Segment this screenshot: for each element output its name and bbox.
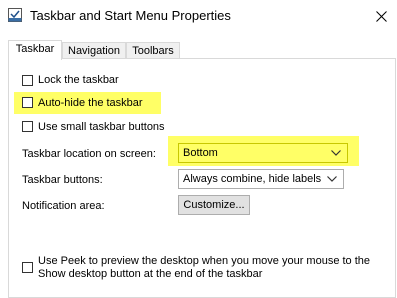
buttons-setting-value: Always combine, hide labels (183, 173, 322, 185)
buttons-setting-label: Taskbar buttons: (22, 174, 103, 186)
location-value: Bottom (183, 147, 218, 159)
tab-taskbar[interactable]: Taskbar (8, 40, 62, 60)
chevron-down-icon (331, 150, 341, 156)
autohide-checkbox[interactable] (22, 97, 33, 108)
window-title: Taskbar and Start Menu Properties (30, 8, 231, 23)
small-buttons-checkbox[interactable] (22, 121, 33, 132)
tab-navigation[interactable]: Navigation (62, 42, 126, 59)
close-icon (375, 10, 387, 22)
tab-toolbars[interactable]: Toolbars (126, 42, 180, 59)
autohide-label: Auto-hide the taskbar (38, 97, 143, 109)
peek-label-line1: Use Peek to preview the desktop when you… (38, 255, 371, 267)
lock-taskbar-label: Lock the taskbar (38, 74, 119, 86)
customize-button[interactable]: Customize... (178, 195, 250, 215)
location-dropdown[interactable]: Bottom (178, 143, 348, 163)
taskbar-properties-icon (8, 8, 22, 22)
close-button[interactable] (366, 2, 396, 30)
peek-checkbox[interactable] (22, 262, 33, 273)
notification-area-label: Notification area: (22, 200, 105, 212)
peek-label-line2: Show desktop button at the end of the ta… (38, 268, 263, 280)
title-bar: Taskbar and Start Menu Properties (0, 0, 397, 34)
lock-taskbar-checkbox[interactable] (22, 75, 33, 86)
small-buttons-label: Use small taskbar buttons (38, 121, 165, 133)
buttons-setting-dropdown[interactable]: Always combine, hide labels (178, 169, 344, 189)
location-label: Taskbar location on screen: (22, 148, 156, 160)
chevron-down-icon (327, 176, 337, 182)
